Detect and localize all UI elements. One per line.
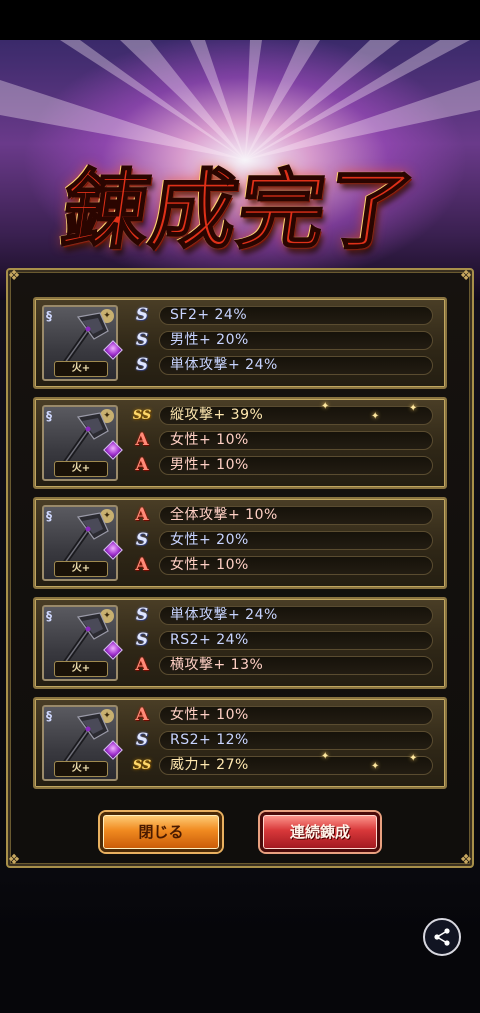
s-rank-icon: S [135,305,149,325]
refine-stat-row: A 男性+ 10% [131,455,433,476]
a-rank-icon: A [135,705,149,725]
weapon-thumbnail: § ✦ 火+ [42,305,123,381]
sparkle-icon: ✦ [371,411,380,422]
a-rank-icon: A [135,505,149,525]
refine-stat-row: S 単体攻撃+ 24% [131,355,433,376]
sparkle-icon: ✦ [321,401,330,412]
status-bar [0,0,480,40]
refine-stat-row: SS 威力+ 27% ✦ ✦ ✦ [131,751,433,776]
refine-result-card: § ✦ 火+ S 単体攻撃+ 24% S RS2+ 24% A 横攻撃+ 13% [33,597,447,689]
refine-stat-row: A 女性+ 10% [131,705,433,726]
refine-result-card: § ✦ 火+ A 全体攻撃+ 10% S 女性+ 20% A 女性+ 10% [33,497,447,589]
s-rank-icon: S [135,530,149,550]
stat-text: 女性+ 10% [159,431,433,450]
stat-text: 女性+ 10% [159,556,433,575]
stat-text: 男性+ 10% [159,456,433,475]
stat-text: 全体攻撃+ 10% [159,506,433,525]
result-banner: 錬成完了 [0,40,480,300]
refine-stat-row: S RS2+ 24% [131,630,433,651]
a-rank-icon: A [135,555,149,575]
stat-text: SF2+ 24% [159,306,433,325]
refine-stat-row: S 単体攻撃+ 24% [131,605,433,626]
refine-result-card: § ✦ 火+ S SF2+ 24% S 男性+ 20% S 単体攻撃+ 24% [33,297,447,389]
refine-stat-row: S RS2+ 12% [131,730,433,751]
refine-stat-row: S SF2+ 24% [131,305,433,326]
refine-result-card: § ✦ 火+ SS 縦攻撃+ 39% ✦ ✦ ✦ A 女性+ 10% A 男性+ 10% [33,397,447,489]
element-label: 火+ [54,461,108,477]
weapon-thumbnail: § ✦ 火+ [42,405,123,481]
weapon-thumbnail: § ✦ 火+ [42,505,123,581]
s-rank-icon: S [135,730,149,750]
element-label: 火+ [54,361,108,377]
stat-text: 単体攻撃+ 24% [159,356,433,375]
element-label: 火+ [54,661,108,677]
refine-result-card: § ✦ 火+ A 女性+ 10% S RS2+ 12% SS 威力+ 27% ✦ ✦ ✦ [33,697,447,789]
ss-rank-icon: SS [132,758,152,773]
sparkle-icon: ✦ [321,751,330,762]
corner-ornament-icon: ❖ [7,852,21,868]
ss-rank-icon: SS [132,408,152,423]
refine-stat-row: S 女性+ 20% [131,530,433,551]
refine-stat-row: SS 縦攻撃+ 39% ✦ ✦ ✦ [131,401,433,426]
stat-text: 女性+ 20% [159,531,433,550]
stat-text: 単体攻撃+ 24% [159,606,433,625]
a-rank-icon: A [135,655,149,675]
stat-text: 男性+ 20% [159,331,433,350]
stat-text: 女性+ 10% [159,706,433,725]
weapon-thumbnail: § ✦ 火+ [42,705,123,781]
element-label: 火+ [54,761,108,777]
refine-stat-row: A 女性+ 10% [131,430,433,451]
refine-stat-row: A 全体攻撃+ 10% [131,505,433,526]
stat-text: 横攻撃+ 13% [159,656,433,675]
weapon-thumbnail: § ✦ 火+ [42,605,123,681]
a-rank-icon: A [135,455,149,475]
s-rank-icon: S [135,630,149,650]
a-rank-icon: A [135,430,149,450]
corner-ornament-icon: ❖ [459,852,473,868]
refine-stat-row: A 横攻撃+ 13% [131,655,433,676]
s-rank-icon: S [135,605,149,625]
s-rank-icon: S [135,330,149,350]
corner-ornament-icon: ❖ [459,268,473,284]
refine-stat-row: S 男性+ 20% [131,330,433,351]
stat-text: RS2+ 12% [159,731,433,750]
stat-text: 縦攻撃+ 39% [159,406,433,425]
stat-text: 威力+ 27% [159,756,433,775]
refine-stat-row: A 女性+ 10% [131,555,433,576]
sparkle-icon: ✦ [409,403,418,414]
element-label: 火+ [54,561,108,577]
share-icon[interactable] [423,918,461,956]
sparkle-icon: ✦ [371,761,380,772]
s-rank-icon: S [135,355,149,375]
sparkle-icon: ✦ [409,753,418,764]
close-button[interactable]: 閉じる [100,812,222,852]
stat-text: RS2+ 24% [159,631,433,650]
page-title: 錬成完了 [55,159,423,262]
continuous-refine-button[interactable]: 連続錬成 [260,812,380,852]
corner-ornament-icon: ❖ [7,268,21,284]
